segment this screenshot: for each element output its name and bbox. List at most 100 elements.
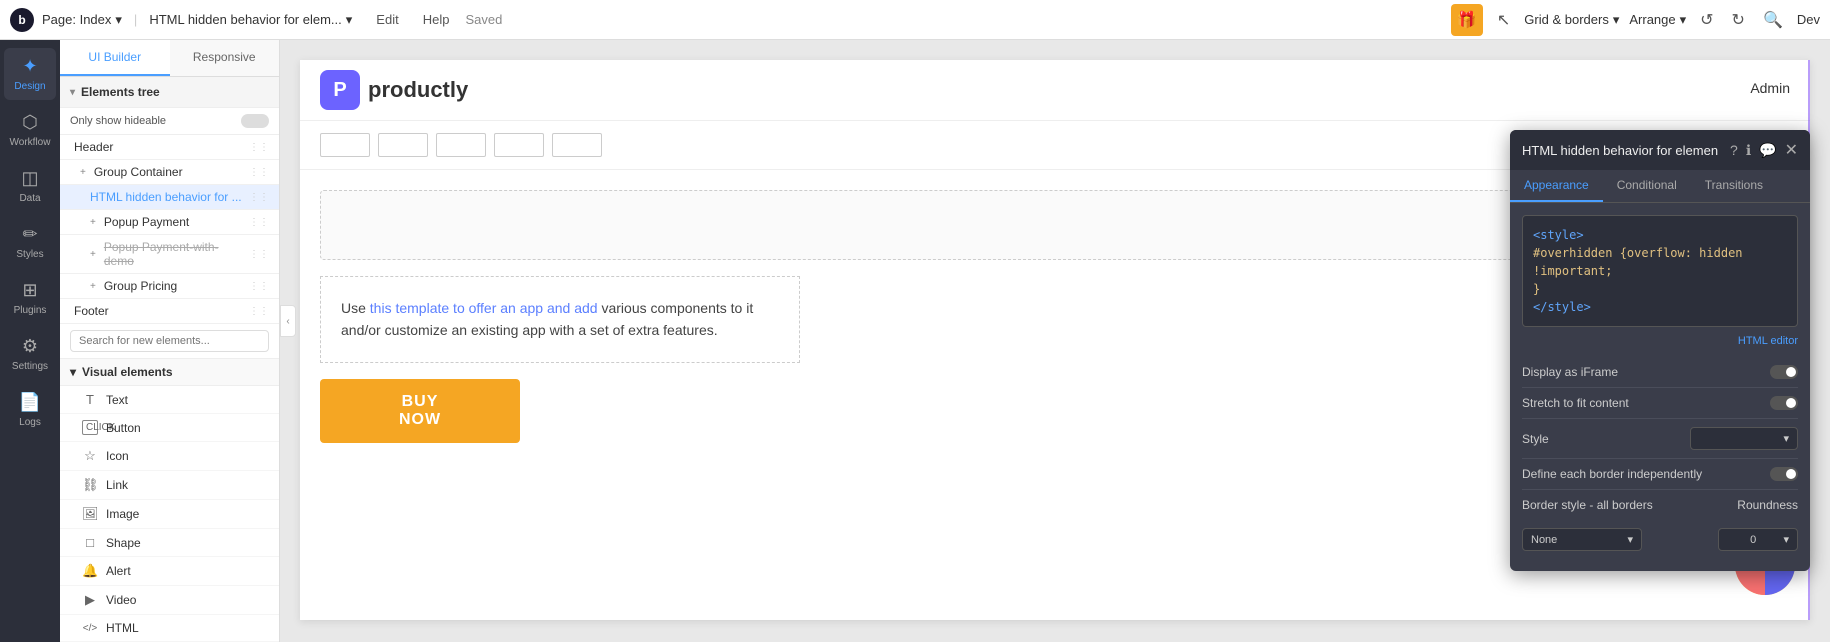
stretch-content-toggle[interactable] xyxy=(1770,396,1798,410)
info-icon[interactable]: ℹ xyxy=(1746,142,1751,159)
display-iframe-toggle[interactable] xyxy=(1770,365,1798,379)
element-link[interactable]: ⛓ Link xyxy=(60,471,279,500)
element-alert[interactable]: 🔔 Alert xyxy=(60,557,279,586)
html-editor-link[interactable]: HTML editor xyxy=(1522,335,1798,347)
sidebar-item-plugins[interactable]: ⊞ Plugins xyxy=(4,272,56,324)
modal-body: <style> #overhidden {overflow: hidden !i… xyxy=(1510,203,1810,571)
panel: UI Builder Responsive Elements tree Only… xyxy=(60,40,280,642)
expand-icon: + xyxy=(90,281,96,292)
roundness-dropdown[interactable]: 0 xyxy=(1718,528,1798,551)
element-image[interactable]: 🖼 Image xyxy=(60,500,279,529)
grid-dropdown-icon xyxy=(1613,12,1620,28)
sidebar-item-label: Design xyxy=(14,81,45,92)
edit-button[interactable]: Edit xyxy=(368,8,406,31)
link-icon: ⛓ xyxy=(82,477,98,493)
data-icon: ◫ xyxy=(21,168,38,189)
grid-borders-button[interactable]: Grid & borders xyxy=(1524,12,1619,28)
page-dropdown-icon xyxy=(115,12,122,28)
redo-icon[interactable]: ↻ xyxy=(1728,6,1749,34)
modal-tab-conditional[interactable]: Conditional xyxy=(1603,170,1691,202)
dev-label: Dev xyxy=(1797,12,1820,27)
page-selector[interactable]: Page: Index xyxy=(42,12,122,28)
modal-header: HTML hidden behavior for elemen ? ℹ 💬 ✕ xyxy=(1510,130,1810,170)
border-independently-row: Define each border independently xyxy=(1522,459,1798,490)
drag-handle: ⋮⋮ xyxy=(249,167,269,178)
drag-handle: ⋮⋮ xyxy=(249,142,269,153)
tree-item-popup-payment-demo[interactable]: + Popup Payment-with-demo ⋮⋮ xyxy=(60,235,279,274)
tree-item-html-behavior[interactable]: HTML hidden behavior for ... ⋮⋮ xyxy=(60,185,279,210)
arrange-dropdown-icon xyxy=(1680,12,1687,28)
expand-icon: + xyxy=(80,167,86,178)
modal-close-button[interactable]: ✕ xyxy=(1785,140,1798,160)
modal-tab-transitions[interactable]: Transitions xyxy=(1691,170,1777,202)
logo: b xyxy=(10,8,34,32)
logs-icon: 📄 xyxy=(19,392,41,413)
cursor-icon[interactable]: ↖ xyxy=(1493,6,1514,34)
element-html[interactable]: </> HTML xyxy=(60,615,279,642)
sidebar-item-label: Data xyxy=(19,193,40,204)
buy-now-button[interactable]: BUY NOW xyxy=(320,379,520,443)
undo-icon[interactable]: ↺ xyxy=(1696,6,1717,34)
border-controls-row: None 0 xyxy=(1522,520,1798,559)
visual-elements-header[interactable]: Visual elements xyxy=(60,359,279,386)
tree-item-group-pricing[interactable]: + Group Pricing ⋮⋮ xyxy=(60,274,279,299)
element-shape[interactable]: □ Shape xyxy=(60,529,279,557)
sidebar-item-styles[interactable]: ✏ Styles xyxy=(4,216,56,268)
button-icon: CLICK xyxy=(82,420,98,435)
modal-tab-appearance[interactable]: Appearance xyxy=(1510,170,1603,202)
search-row xyxy=(60,324,279,359)
border-style-row: Border style - all borders Roundness xyxy=(1522,490,1798,520)
tree-item-footer[interactable]: Footer ⋮⋮ xyxy=(60,299,279,324)
style-row: Style xyxy=(1522,419,1798,459)
html-behavior-dropdown-icon xyxy=(346,12,353,28)
panel-tabs: UI Builder Responsive xyxy=(60,40,279,77)
tree-item-header[interactable]: Header ⋮⋮ xyxy=(60,135,279,160)
tree-item-group-container[interactable]: + Group Container ⋮⋮ xyxy=(60,160,279,185)
drag-handle: ⋮⋮ xyxy=(249,306,269,317)
help-button[interactable]: Help xyxy=(415,8,458,31)
nav-box-5 xyxy=(552,133,602,157)
style-dropdown-icon xyxy=(1783,432,1789,445)
element-text[interactable]: T Text xyxy=(60,386,279,414)
panel-collapse-button[interactable]: ‹ xyxy=(280,305,296,337)
help-icon[interactable]: ? xyxy=(1730,142,1738,158)
alert-icon: 🔔 xyxy=(82,563,98,579)
element-video[interactable]: ▶ Video xyxy=(60,586,279,615)
drag-handle: ⋮⋮ xyxy=(249,192,269,203)
nav-box-3 xyxy=(436,133,486,157)
elements-tree-arrow xyxy=(70,87,75,98)
only-hideable-toggle[interactable] xyxy=(241,114,269,128)
html-icon: </> xyxy=(82,623,98,634)
sidebar-item-design[interactable]: ✦ Design xyxy=(4,48,56,100)
drag-handle: ⋮⋮ xyxy=(249,281,269,292)
border-style-dropdown[interactable]: None xyxy=(1522,528,1642,551)
display-iframe-row: Display as iFrame xyxy=(1522,357,1798,388)
visual-elements-arrow xyxy=(70,365,76,379)
sidebar-item-logs[interactable]: 📄 Logs xyxy=(4,384,56,436)
sidebar-item-workflow[interactable]: ⬡ Workflow xyxy=(4,104,56,156)
tree-item-popup-payment[interactable]: + Popup Payment ⋮⋮ xyxy=(60,210,279,235)
tab-ui-builder[interactable]: UI Builder xyxy=(60,40,170,76)
topbar-actions: Edit Help Saved xyxy=(368,8,502,31)
code-editor[interactable]: <style> #overhidden {overflow: hidden !i… xyxy=(1522,215,1798,327)
arrange-button[interactable]: Arrange xyxy=(1629,12,1686,28)
element-button[interactable]: CLICK Button xyxy=(60,414,279,442)
style-dropdown[interactable] xyxy=(1690,427,1798,450)
settings-icon: ⚙ xyxy=(22,336,38,357)
modal-header-icons: ? ℹ 💬 ✕ xyxy=(1730,140,1798,160)
element-icon[interactable]: ☆ Icon xyxy=(60,442,279,471)
gift-icon[interactable]: 🎁 xyxy=(1451,4,1483,36)
elements-tree-header[interactable]: Elements tree xyxy=(60,77,279,108)
border-independently-toggle[interactable] xyxy=(1770,467,1798,481)
tab-responsive[interactable]: Responsive xyxy=(170,40,280,76)
canvas-top-bar: P productly Admin xyxy=(300,60,1810,121)
video-icon: ▶ xyxy=(82,592,98,608)
comment-icon[interactable]: 💬 xyxy=(1759,142,1776,159)
sidebar-item-label: Workflow xyxy=(10,137,51,148)
sidebar-item-settings[interactable]: ⚙ Settings xyxy=(4,328,56,380)
html-behavior-selector[interactable]: HTML hidden behavior for elem... xyxy=(149,12,352,28)
search-icon[interactable]: 🔍 xyxy=(1759,6,1787,34)
search-input[interactable] xyxy=(70,330,269,352)
sidebar-item-data[interactable]: ◫ Data xyxy=(4,160,56,212)
border-style-dropdown-icon xyxy=(1627,533,1633,546)
